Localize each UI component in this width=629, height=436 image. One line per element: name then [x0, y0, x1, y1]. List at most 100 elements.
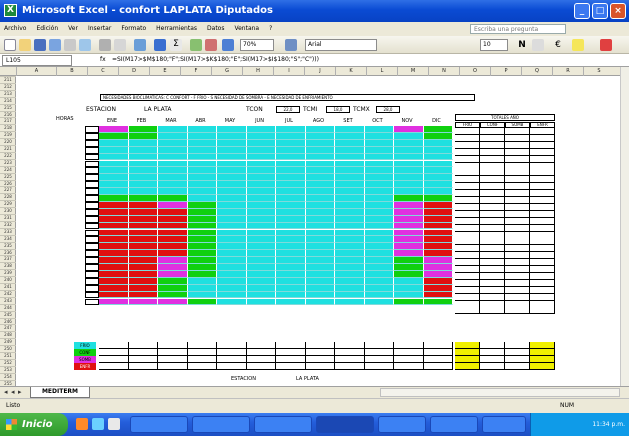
bottom-cell[interactable] — [276, 356, 306, 363]
grid-cell[interactable] — [335, 181, 365, 189]
grid-cell[interactable] — [246, 229, 276, 237]
bottom-cell[interactable] — [99, 342, 129, 349]
grid-cell[interactable] — [364, 167, 394, 175]
grid-cell[interactable] — [394, 174, 424, 182]
grid-cell[interactable] — [305, 270, 335, 278]
grid-cell[interactable] — [158, 126, 188, 133]
menu-ventana[interactable]: Ventana — [234, 22, 259, 36]
column-header-m[interactable]: M — [397, 67, 428, 76]
grid-cell[interactable] — [335, 257, 365, 264]
grid-cell[interactable] — [423, 188, 453, 195]
save-icon[interactable] — [34, 39, 46, 51]
grid-cell[interactable] — [423, 132, 453, 140]
grid-cell[interactable] — [99, 139, 129, 147]
grid-cell[interactable] — [335, 236, 365, 244]
grid-cell[interactable] — [276, 243, 306, 251]
fill-color-icon[interactable] — [572, 39, 584, 51]
fx-icon[interactable]: fx — [100, 54, 106, 66]
grid-cell[interactable] — [335, 201, 365, 209]
grid-cell[interactable] — [364, 126, 394, 133]
grid-cell[interactable] — [187, 208, 217, 216]
grid-cell[interactable] — [335, 139, 365, 147]
grid-cell[interactable] — [364, 284, 394, 292]
grid-cell[interactable] — [246, 139, 276, 147]
help-icon[interactable] — [285, 39, 297, 51]
grid-cell[interactable] — [423, 215, 453, 223]
grid-cell[interactable] — [246, 201, 276, 209]
grid-cell[interactable] — [394, 139, 424, 147]
bottom-cell[interactable] — [305, 342, 335, 349]
grid-cell[interactable] — [423, 284, 453, 292]
undo-icon[interactable] — [134, 39, 146, 51]
grid-cell[interactable] — [246, 153, 276, 161]
hour-cell[interactable] — [85, 188, 99, 195]
grid-cell[interactable] — [217, 208, 247, 216]
hour-cell[interactable] — [85, 270, 99, 278]
bottom-cell[interactable] — [99, 363, 129, 370]
grid-cell[interactable] — [246, 126, 276, 133]
grid-cell[interactable] — [158, 243, 188, 251]
grid-cell[interactable] — [246, 146, 276, 154]
grid-cell[interactable] — [364, 195, 394, 202]
grid-cell[interactable] — [305, 153, 335, 161]
grid-cell[interactable] — [217, 126, 247, 133]
align-icon[interactable] — [532, 39, 544, 51]
taskbar-item-5[interactable] — [378, 416, 426, 433]
grid-cell[interactable] — [305, 264, 335, 271]
grid-cell[interactable] — [394, 126, 424, 133]
grid-cell[interactable] — [335, 160, 365, 168]
hour-cell[interactable] — [85, 153, 99, 161]
grid-cell[interactable] — [335, 270, 365, 278]
grid-cell[interactable] — [158, 222, 188, 230]
grid-cell[interactable] — [276, 229, 306, 237]
grid-cell[interactable] — [128, 264, 158, 271]
bottom-cell[interactable] — [128, 342, 158, 349]
bottom-cell[interactable] — [246, 349, 276, 356]
bottom-cell[interactable] — [364, 342, 394, 349]
grid-cell[interactable] — [99, 181, 129, 189]
grid-cell[interactable] — [335, 277, 365, 285]
zoom-select[interactable]: 70% — [240, 39, 274, 51]
grid-cell[interactable] — [128, 298, 158, 306]
grid-cell[interactable] — [246, 208, 276, 216]
hour-cell[interactable] — [85, 277, 99, 285]
bottom-cell[interactable] — [99, 349, 129, 356]
grid-cell[interactable] — [128, 284, 158, 292]
bottom-cell[interactable] — [158, 356, 188, 363]
grid-cell[interactable] — [423, 146, 453, 154]
grid-cell[interactable] — [276, 188, 306, 195]
grid-cell[interactable] — [335, 126, 365, 133]
bottom-cell[interactable] — [128, 356, 158, 363]
grid-cell[interactable] — [276, 291, 306, 299]
grid-cell[interactable] — [246, 160, 276, 168]
grid-cell[interactable] — [128, 215, 158, 223]
grid-cell[interactable] — [158, 208, 188, 216]
bottom-cell[interactable] — [364, 349, 394, 356]
grid-cell[interactable] — [246, 188, 276, 195]
bottom-cell[interactable] — [187, 349, 217, 356]
grid-cell[interactable] — [187, 160, 217, 168]
grid-cell[interactable] — [394, 167, 424, 175]
first-sheet-icon[interactable]: ◂ — [4, 388, 8, 397]
bottom-total-cell[interactable] — [455, 363, 480, 370]
menu-archivo[interactable]: Archivo — [4, 22, 26, 36]
grid-cell[interactable] — [335, 132, 365, 140]
grid-cell[interactable] — [99, 264, 129, 271]
bottom-cell[interactable] — [128, 349, 158, 356]
column-header-h[interactable]: H — [242, 67, 273, 76]
grid-cell[interactable] — [423, 270, 453, 278]
grid-cell[interactable] — [128, 277, 158, 285]
bottom-cell[interactable] — [305, 356, 335, 363]
vertical-scrollbar[interactable] — [620, 67, 629, 386]
font-size-select[interactable]: 10 — [480, 39, 508, 51]
grid-cell[interactable] — [335, 250, 365, 258]
grid-cell[interactable] — [217, 174, 247, 182]
bottom-cell[interactable] — [276, 342, 306, 349]
menu-ver[interactable]: Ver — [68, 22, 78, 36]
grid-cell[interactable] — [305, 250, 335, 258]
grid-cell[interactable] — [158, 181, 188, 189]
menu-herramientas[interactable]: Herramientas — [156, 22, 197, 36]
grid-cell[interactable] — [217, 153, 247, 161]
grid-cell[interactable] — [276, 126, 306, 133]
grid-cell[interactable] — [128, 132, 158, 140]
